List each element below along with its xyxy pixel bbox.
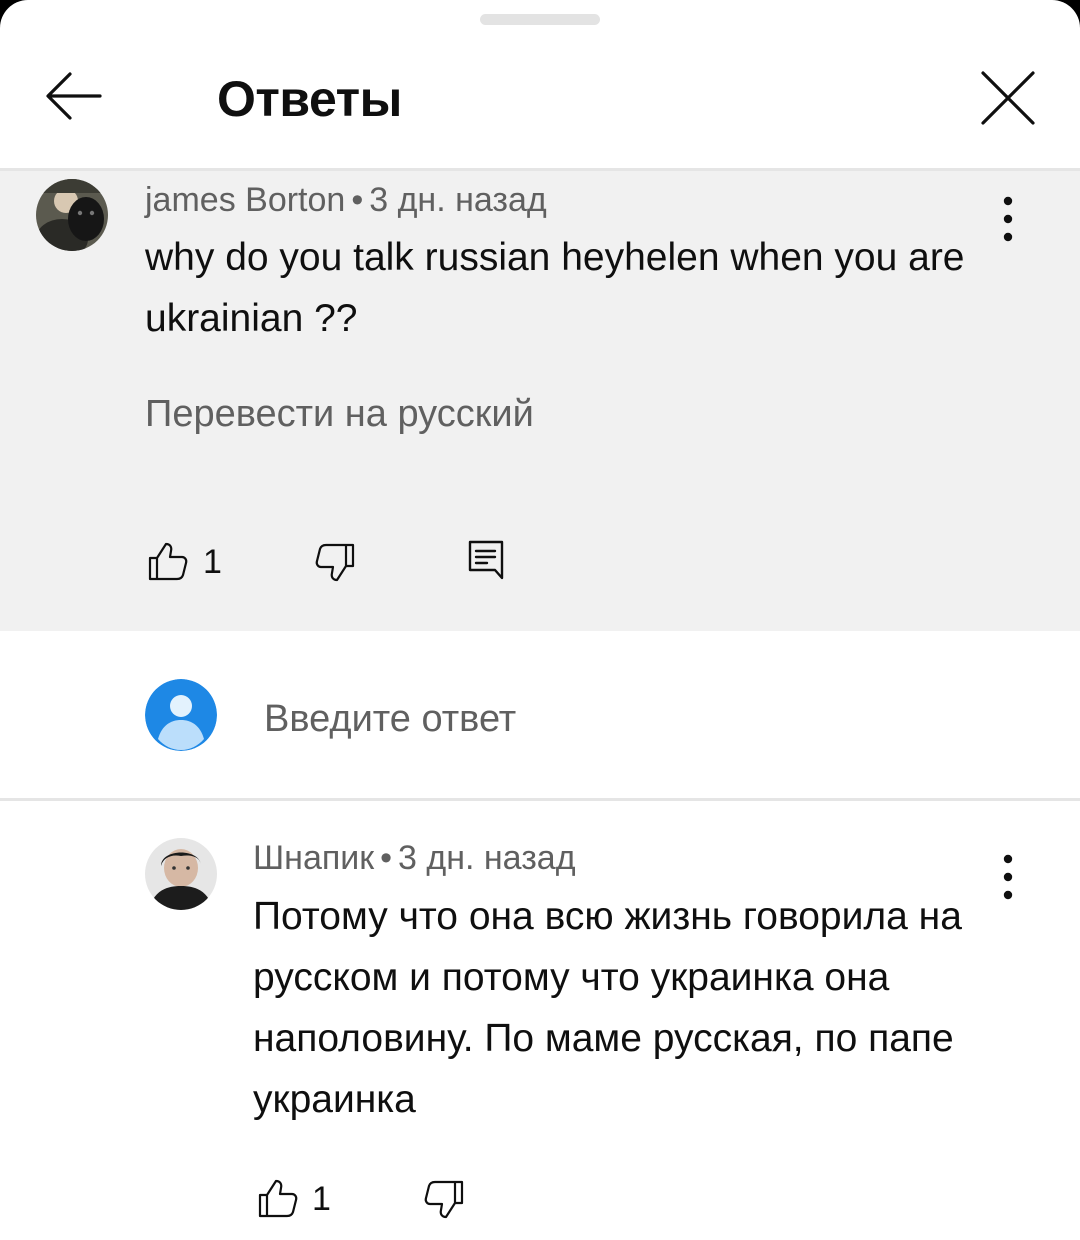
reply-input-row — [0, 631, 1080, 799]
like-count: 1 — [203, 543, 222, 581]
comment-age: 3 дн. назад — [369, 181, 547, 219]
reply-avatar[interactable] — [145, 838, 217, 910]
page-title: Ответы — [217, 71, 402, 127]
like-count: 1 — [312, 1180, 331, 1218]
more-vert-icon — [1003, 196, 1013, 242]
sheet-header: Ответы — [0, 0, 1080, 170]
arrow-left-icon — [46, 72, 102, 120]
reply-input[interactable] — [264, 697, 964, 741]
dislike-button[interactable] — [424, 1179, 466, 1221]
thumb-up-icon — [148, 542, 188, 581]
reply-button[interactable] — [467, 539, 507, 581]
thumb-down-icon — [424, 1180, 464, 1219]
meta-separator: • — [380, 839, 393, 877]
default-avatar-icon — [145, 679, 217, 751]
translate-link[interactable]: Перевести на русский — [145, 393, 534, 436]
comment-age: 3 дн. назад — [398, 839, 576, 877]
close-icon — [981, 71, 1035, 125]
comment-author[interactable]: Шнапик — [253, 839, 374, 877]
meta-separator: • — [351, 181, 364, 219]
avatar-photo — [145, 838, 217, 910]
reply-divider — [0, 798, 1080, 801]
comment-author[interactable]: james Borton — [145, 181, 345, 219]
more-options-button[interactable] — [988, 191, 1028, 247]
avatar-photo — [36, 179, 108, 251]
like-button[interactable] — [146, 540, 188, 582]
user-avatar — [145, 679, 217, 751]
comment-meta: Шнапик • 3 дн. назад — [253, 839, 576, 878]
comment-icon — [468, 540, 504, 580]
like-button[interactable] — [256, 1177, 298, 1219]
comment-text: Потому что она всю жизнь говорила на рус… — [253, 895, 962, 1121]
comment-meta: james Borton • 3 дн. назад — [145, 181, 547, 220]
dislike-button[interactable] — [315, 542, 357, 584]
thumb-down-icon — [315, 543, 355, 582]
replies-sheet: Ответы james Borton • 3 дн. назад why do… — [0, 0, 1080, 1240]
close-button[interactable] — [976, 66, 1040, 130]
thumb-up-icon — [258, 1179, 298, 1218]
avatar[interactable] — [36, 179, 108, 251]
back-button[interactable] — [40, 66, 106, 126]
comment-text: why do you talk russian heyhelen when yo… — [145, 236, 965, 340]
parent-comment: james Borton • 3 дн. назад why do you talk… — [0, 171, 1080, 631]
